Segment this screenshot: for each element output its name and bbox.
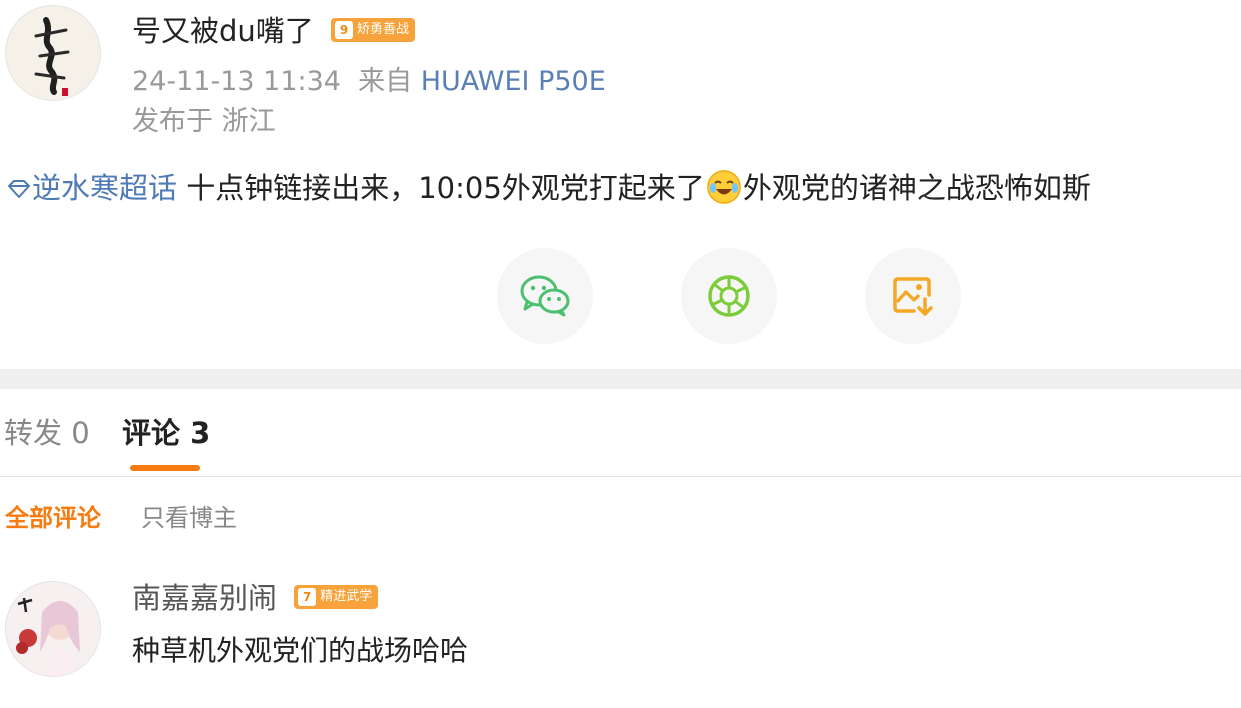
tab-repost[interactable]: 转发 0 — [4, 412, 90, 454]
commenter-level-badge[interactable]: 7 精进武学 — [294, 585, 379, 609]
post-text-part2: 外观党的诸神之战恐怖如斯 — [742, 171, 1091, 205]
tab-divider — [0, 476, 1241, 477]
post-text: 逆水寒超话 十点钟链接出来，10:05外观党打起来了 外观党的诸神之战恐怖如斯 — [6, 166, 1091, 210]
moments-icon — [708, 275, 750, 317]
author-avatar[interactable] — [5, 5, 101, 101]
share-wechat-button[interactable] — [497, 248, 593, 344]
author-level-badge[interactable]: 9 矫勇善战 — [331, 18, 416, 42]
share-moments-button[interactable] — [681, 248, 777, 344]
badge-label: 矫勇善战 — [357, 22, 410, 37]
active-tab-indicator — [130, 465, 200, 471]
topic-name: 逆水寒超话 — [32, 171, 178, 205]
tab-comments[interactable]: 评论 3 — [122, 412, 210, 454]
post-timestamp: 24-11-13 11:34 — [132, 66, 341, 97]
author-name[interactable]: 号又被du嘴了 9 矫勇善战 — [132, 10, 416, 52]
filter-all-comments[interactable]: 全部评论 — [5, 502, 101, 534]
source-prefix: 来自 — [358, 66, 413, 97]
comment-author-name[interactable]: 南嘉嘉别闹 — [132, 581, 277, 615]
wechat-icon — [520, 275, 570, 317]
filter-blogger-only[interactable]: 只看博主 — [141, 502, 237, 534]
level-number: 7 — [298, 588, 317, 606]
section-divider — [0, 369, 1241, 389]
laughing-crying-emoji-icon — [706, 170, 741, 204]
topic-link[interactable]: 逆水寒超话 — [6, 171, 186, 205]
badge-label: 精进武学 — [320, 589, 373, 604]
level-number: 9 — [335, 21, 354, 39]
device-link[interactable]: HUAWEI P50E — [421, 66, 606, 97]
supertopic-icon — [8, 180, 30, 198]
comment-text: 种草机外观党们的战场哈哈 — [132, 634, 469, 667]
post-location: 发布于 浙江 — [132, 106, 276, 137]
comment-author[interactable]: 南嘉嘉别闹 7 精进武学 — [132, 577, 379, 619]
post-meta: 24-11-13 11:34 来自 HUAWEI P50E — [132, 63, 606, 101]
save-image-icon — [893, 277, 933, 316]
post-text-part1: 十点钟链接出来，10:05外观党打起来了 — [186, 171, 705, 205]
commenter-avatar[interactable] — [5, 581, 101, 677]
author-name-text[interactable]: 号又被du嘴了 — [132, 14, 314, 48]
save-image-button[interactable] — [865, 248, 961, 344]
